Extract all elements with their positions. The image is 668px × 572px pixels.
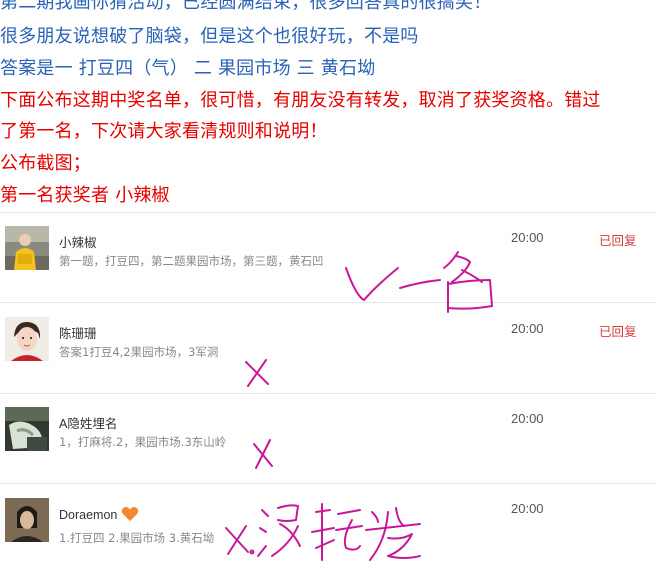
avatar[interactable] (5, 226, 49, 270)
avatar[interactable] (5, 317, 49, 361)
comment-content: 1.打豆四 2.果园市场 3.黄石坳 (59, 531, 215, 545)
comment-nickname[interactable]: 小辣椒 (59, 232, 97, 251)
article-line-first-place: 第一名获奖者 小辣椒 (0, 185, 170, 206)
comment-nickname[interactable]: 陈珊珊 (59, 323, 97, 342)
comment-nickname-text[interactable]: Doraemon (59, 508, 117, 522)
article-line-screenshot-label: 公布截图； (0, 153, 91, 174)
reply-status[interactable]: 已回复 (599, 321, 637, 340)
comment-time: 20:00 (511, 230, 544, 245)
comment-content: 答案1打豆4,2果园市场，3军洞 (59, 345, 219, 359)
comment-row[interactable]: 陈珊珊 20:00 已回复 答案1打豆4,2果园市场，3军洞 (0, 303, 656, 391)
comment-content: 1，打麻将.2，果园市场.3东山岭 (59, 435, 227, 449)
article-line-1: 第二期我画你猜活动，已经圆满结束，很多回答真的很搞笑！ (0, 0, 492, 13)
article-line-winners-notice: 下面公布这期中奖名单，很可惜，有朋友没有转发，取消了获奖资格。错过 (0, 90, 601, 111)
comment-nickname[interactable]: Doraemon (59, 506, 139, 525)
avatar[interactable] (5, 498, 49, 542)
comment-row[interactable]: 小辣椒 20:00 已回复 第一题，打豆四，第二题果园市场，第三题，黄石凹 (0, 212, 656, 300)
reply-status[interactable]: 已回复 (599, 230, 637, 249)
heart-icon (121, 506, 139, 525)
comment-nickname[interactable]: A隐姓埋名 (59, 413, 117, 432)
comment-time: 20:00 (511, 501, 544, 516)
comment-row[interactable]: Doraemon 20:00 1.打豆四 2.果园市场 3.黄石坳 (0, 484, 656, 572)
avatar[interactable] (5, 407, 49, 451)
comment-row[interactable]: A隐姓埋名 20:00 1，打麻将.2，果园市场.3东山岭 (0, 394, 656, 482)
comment-content: 第一题，打豆四，第二题果园市场，第三题，黄石凹 (59, 254, 324, 268)
article-line-answer: 答案是一 打豆四（气） 二 果园市场 三 黄石坳 (0, 58, 376, 79)
comment-time: 20:00 (511, 321, 544, 336)
comment-time: 20:00 (511, 411, 544, 426)
article-line-rules-reminder: 了第一名，下次请大家看清规则和说明！ (0, 121, 328, 142)
article-line-2: 很多朋友说想破了脑袋，但是这个也很好玩，不是吗 (0, 26, 419, 47)
